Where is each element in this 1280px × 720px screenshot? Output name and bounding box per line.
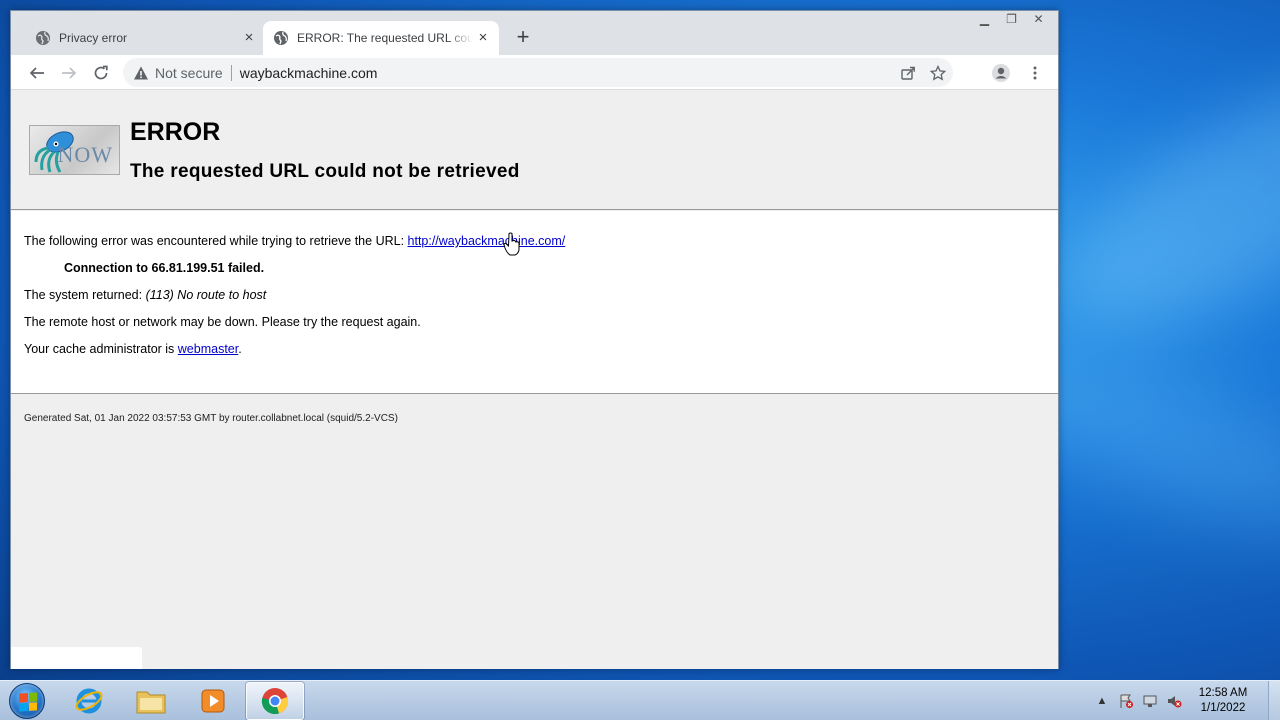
forward-button[interactable]	[55, 59, 83, 87]
internet-explorer-icon	[75, 688, 103, 714]
tab-privacy-error[interactable]: Privacy error ×	[25, 21, 265, 55]
tab-error-page[interactable]: ERROR: The requested URL could not be re…	[263, 21, 499, 55]
error-url-prefix: The following error was encountered whil…	[24, 234, 408, 248]
error-header: NOW ERROR The requested URL could not be…	[11, 90, 1058, 210]
tab-title: Privacy error	[59, 31, 128, 45]
page-title: ERROR	[130, 118, 221, 146]
globe-icon	[35, 30, 51, 46]
tab-close-icon[interactable]: ×	[239, 28, 259, 48]
cache-admin-line: Your cache administrator is webmaster.	[24, 342, 242, 356]
error-body: The following error was encountered whil…	[11, 211, 1058, 394]
reload-button[interactable]	[87, 59, 115, 87]
clock-date: 1/1/2022	[1200, 702, 1246, 714]
menu-button[interactable]	[1021, 59, 1049, 87]
action-center-flag-icon[interactable]	[1114, 681, 1138, 720]
arrow-right-icon	[62, 67, 77, 79]
minimize-button[interactable]: ▁	[971, 11, 998, 29]
window-controls: ▁ ❐ ✕	[971, 11, 1052, 29]
folder-icon	[136, 691, 166, 714]
system-error-code: (113) No route to host	[145, 288, 267, 302]
show-desktop-button[interactable]	[1268, 681, 1280, 720]
restore-button[interactable]: ❐	[998, 11, 1025, 29]
windows-logo-icon	[9, 683, 45, 719]
network-icon[interactable]	[1138, 681, 1162, 720]
taskbar: ▲ 12:58 AM 1/1/2022	[0, 680, 1280, 720]
kebab-menu-icon	[1033, 66, 1037, 80]
omnibox-actions	[893, 58, 953, 87]
start-button[interactable]	[6, 681, 48, 720]
globe-icon	[273, 30, 289, 46]
omnibox-divider	[230, 64, 232, 81]
reload-icon	[94, 65, 108, 80]
volume-muted-icon[interactable]	[1162, 681, 1186, 720]
taskbar-media-player[interactable]	[184, 682, 242, 720]
new-tab-button[interactable]: +	[511, 26, 535, 50]
hand-cursor-icon	[503, 232, 520, 256]
taskbar-chrome[interactable]	[246, 682, 304, 720]
bookmark-star-icon[interactable]	[923, 58, 953, 87]
page-subtitle: The requested URL could not be retrieved	[130, 161, 520, 182]
clock-time: 12:58 AM	[1198, 687, 1248, 699]
media-player-icon	[201, 689, 225, 713]
browser-window: ▁ ❐ ✕ Privacy error × ERROR: The request…	[10, 10, 1059, 669]
cache-admin-prefix: Your cache administrator is	[24, 342, 178, 356]
error-url-line: The following error was encountered whil…	[24, 234, 565, 248]
show-hidden-icons-icon[interactable]: ▲	[1090, 681, 1114, 720]
arrow-left-icon	[29, 67, 44, 79]
warning-triangle-icon[interactable]	[133, 65, 149, 81]
squid-logo: NOW	[29, 125, 120, 175]
tab-title: ERROR: The requested URL could not be re…	[297, 31, 473, 45]
cache-admin-suffix: .	[238, 342, 242, 356]
tab-close-icon[interactable]: ×	[473, 28, 493, 48]
close-window-button[interactable]: ✕	[1025, 11, 1052, 29]
remote-host-text: The remote host or network may be down. …	[24, 315, 421, 329]
logo-text: NOW	[57, 142, 113, 167]
generated-footer: Generated Sat, 01 Jan 2022 03:57:53 GMT …	[24, 413, 398, 424]
address-bar[interactable]: Not secure waybackmachine.com	[123, 58, 953, 87]
wallpaper-streak	[1028, 25, 1280, 375]
clock[interactable]: 12:58 AM 1/1/2022	[1190, 686, 1256, 716]
system-returned-prefix: The system returned:	[24, 288, 146, 302]
requested-url-link[interactable]: http://waybackmachine.com/	[408, 234, 566, 248]
back-button[interactable]	[23, 59, 51, 87]
share-icon[interactable]	[893, 58, 923, 87]
status-bubble	[11, 647, 142, 669]
taskbar-internet-explorer[interactable]	[60, 682, 118, 720]
taskbar-windows-explorer[interactable]	[122, 682, 180, 720]
security-label[interactable]: Not secure	[155, 65, 223, 81]
browser-toolbar: Not secure waybackmachine.com	[11, 55, 1058, 90]
chrome-icon	[261, 688, 289, 715]
webmaster-link[interactable]: webmaster	[178, 342, 238, 356]
tab-strip: ▁ ❐ ✕ Privacy error × ERROR: The request…	[11, 11, 1058, 55]
system-tray: ▲ 12:58 AM 1/1/2022	[1090, 681, 1280, 720]
url-text[interactable]: waybackmachine.com	[240, 65, 378, 81]
profile-icon	[992, 64, 1010, 82]
profile-avatar-button[interactable]	[987, 59, 1015, 87]
connection-failed-text: Connection to 66.81.199.51 failed.	[64, 261, 265, 275]
system-returned-line: The system returned: (113) No route to h…	[24, 288, 266, 302]
page-content: NOW ERROR The requested URL could not be…	[11, 90, 1058, 669]
